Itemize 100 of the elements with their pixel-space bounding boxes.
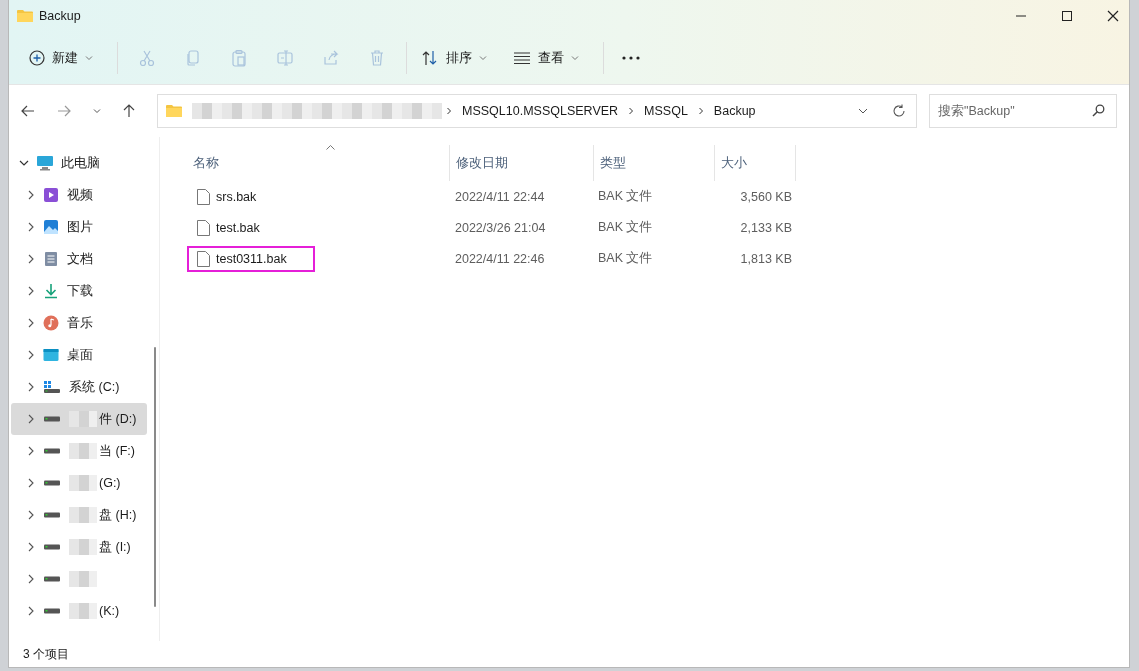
blurred-region xyxy=(69,411,97,427)
more-icon[interactable] xyxy=(622,56,640,60)
blurred-region xyxy=(69,539,97,555)
table-cell-text: 2,133 KB xyxy=(739,220,793,235)
table-cell-text: BAK 文件 xyxy=(597,219,654,236)
folder-icon xyxy=(17,9,33,23)
view-button[interactable]: 查看 xyxy=(505,43,587,73)
item-count: 3 个项目 xyxy=(23,645,69,663)
tree-item-label: 盘 (I:) xyxy=(99,538,131,556)
chevron-icon xyxy=(27,190,35,200)
lines-icon xyxy=(513,52,531,64)
blurred-region xyxy=(69,507,97,523)
tree-item[interactable]: 系统 (C:) xyxy=(11,371,147,403)
chevron-icon xyxy=(697,107,704,115)
sort-button[interactable]: 排序 xyxy=(413,43,495,73)
document-icon xyxy=(43,251,59,267)
breadcrumb[interactable]: MSSQL10.MSSQLSERVER xyxy=(462,104,619,118)
address-bar[interactable]: MSSQL10.MSSQLSERVER MSSQL Backup xyxy=(157,94,917,128)
search-field[interactable]: 搜索"Backup" xyxy=(929,94,1117,128)
tree-item[interactable]: 件 (D:) xyxy=(11,403,147,435)
chevron-icon xyxy=(27,286,35,296)
caret-icon xyxy=(85,55,93,61)
tree-item-label: 视频 xyxy=(67,186,93,204)
table-cell-text: 2022/3/26 21:04 xyxy=(454,220,547,235)
chevron-icon xyxy=(27,606,35,616)
tree-item[interactable]: 此电脑 xyxy=(11,147,147,179)
search-icon xyxy=(1092,104,1105,117)
tree-item[interactable]: 图片 xyxy=(11,211,147,243)
close-icon[interactable] xyxy=(1107,10,1119,22)
table-cell-text: 3,560 KB xyxy=(739,189,793,204)
blurred-region xyxy=(69,475,97,491)
file-icon xyxy=(197,188,210,205)
drive-icon xyxy=(43,544,61,550)
back-icon[interactable] xyxy=(21,105,35,117)
chevron-icon xyxy=(27,574,35,584)
blurred-region xyxy=(69,443,97,459)
column-header[interactable]: 类型 xyxy=(594,145,715,181)
chevron-icon xyxy=(27,350,35,360)
file-item[interactable]: test0311.bak xyxy=(187,245,315,272)
caret-icon xyxy=(571,55,579,61)
chevron-icon xyxy=(446,107,452,115)
tree-item-label: 盘 (H:) xyxy=(99,506,137,524)
tree-item-label: 桌面 xyxy=(67,346,93,364)
tree-item-label: 件 (D:) xyxy=(99,410,137,428)
tree-item[interactable]: 下载 xyxy=(11,275,147,307)
tree-item-label: 下载 xyxy=(67,282,93,300)
table-cell-text: BAK 文件 xyxy=(597,250,654,267)
tree-item[interactable]: 盘 (I:) xyxy=(11,531,147,563)
file-icon xyxy=(197,250,210,267)
tree-item[interactable]: 桌面 xyxy=(11,339,147,371)
drive-icon xyxy=(43,608,61,614)
chevron-icon xyxy=(27,542,35,552)
tree-item-label: 文档 xyxy=(67,250,93,268)
chevron-icon xyxy=(27,446,35,456)
tree-item[interactable]: (G:) xyxy=(11,467,147,499)
drive-icon xyxy=(43,380,61,394)
blurred-region xyxy=(69,603,97,619)
recent-icon[interactable] xyxy=(93,108,101,114)
column-header[interactable]: 大小 xyxy=(715,145,796,181)
tree-item[interactable]: 视频 xyxy=(11,179,147,211)
picture-icon xyxy=(43,219,59,235)
new-button[interactable]: 新建 xyxy=(21,43,101,73)
column-header[interactable]: 修改日期 xyxy=(450,145,594,181)
chevron-icon xyxy=(27,478,35,488)
tree-item-label: 当 (F:) xyxy=(99,442,135,460)
tree-item-label: (G:) xyxy=(99,476,121,490)
tree-item[interactable]: 当 (F:) xyxy=(11,435,147,467)
drive-icon xyxy=(43,416,61,422)
blurred-region xyxy=(69,571,97,587)
file-item[interactable]: test.bak xyxy=(187,214,288,241)
tree-item[interactable]: (K:) xyxy=(11,595,147,627)
tree-item[interactable]: 音乐 xyxy=(11,307,147,339)
up-icon[interactable] xyxy=(123,104,135,118)
music-icon xyxy=(43,315,59,331)
tree-item[interactable]: 文档 xyxy=(11,243,147,275)
breadcrumb[interactable]: MSSQL xyxy=(644,104,688,118)
tree-item[interactable]: 盘 (H:) xyxy=(11,499,147,531)
window-title: Backup xyxy=(39,9,81,23)
table-cell-text: 2022/4/11 22:46 xyxy=(454,251,546,266)
chevron-icon xyxy=(27,382,35,392)
table-cell-text: BAK 文件 xyxy=(597,188,654,205)
sort-icon xyxy=(421,50,439,66)
table-cell-text: 1,813 KB xyxy=(739,251,793,266)
column-header[interactable]: 名称 xyxy=(175,145,450,181)
desktop-icon xyxy=(43,348,59,362)
chevron-icon xyxy=(19,158,29,168)
file-item[interactable]: srs.bak xyxy=(187,183,285,210)
sort-caret-icon xyxy=(325,145,335,150)
breadcrumb[interactable]: Backup xyxy=(713,104,756,118)
refresh-icon[interactable] xyxy=(892,104,906,118)
drive-icon xyxy=(43,512,61,518)
table-cell-text: 2022/4/11 22:44 xyxy=(454,189,546,204)
tree-item-label: 图片 xyxy=(67,218,93,236)
chevron-icon xyxy=(27,414,35,424)
chevron-icon xyxy=(27,318,35,328)
chevron-icon xyxy=(27,222,35,232)
maximize-icon[interactable] xyxy=(1061,10,1073,22)
dropdown-icon[interactable] xyxy=(858,108,868,114)
computer-icon xyxy=(36,155,54,171)
forward-icon[interactable] xyxy=(57,105,71,117)
